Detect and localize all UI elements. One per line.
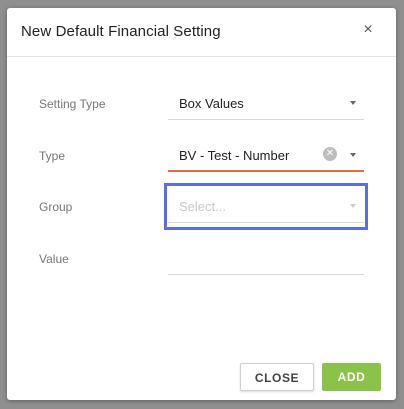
dropdown-caret-icon[interactable] <box>350 153 356 157</box>
close-icon[interactable]: × <box>358 20 378 40</box>
new-default-financial-setting-dialog: New Default Financial Setting × Setting … <box>7 8 396 400</box>
type-value: BV - Test - Number <box>179 148 290 163</box>
close-button[interactable]: CLOSE <box>240 363 314 391</box>
setting-type-label: Setting Type <box>39 97 106 111</box>
group-highlight-frame <box>164 183 368 230</box>
clear-icon[interactable]: ✕ <box>323 147 337 161</box>
value-label: Value <box>39 252 69 266</box>
setting-type-select[interactable]: Box Values <box>168 88 364 120</box>
dialog-header: New Default Financial Setting × <box>7 8 396 57</box>
group-label: Group <box>39 200 73 214</box>
value-input[interactable] <box>168 243 364 275</box>
type-select[interactable]: BV - Test - Number ✕ <box>168 140 364 172</box>
type-label: Type <box>39 149 66 163</box>
add-button[interactable]: ADD <box>322 363 381 391</box>
dialog-title: New Default Financial Setting <box>21 23 221 40</box>
dropdown-caret-icon[interactable] <box>350 101 356 105</box>
setting-type-value: Box Values <box>179 96 244 111</box>
